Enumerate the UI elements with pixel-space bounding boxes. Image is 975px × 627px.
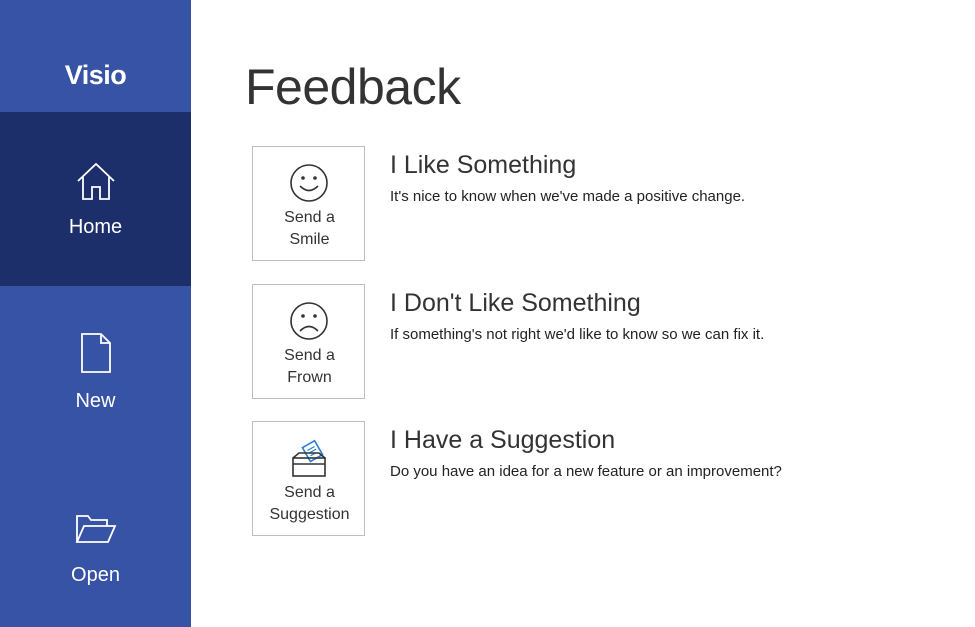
app-title: Visio — [64, 60, 127, 90]
suggestion-heading: I Have a Suggestion — [390, 426, 616, 454]
new-document-icon — [81, 333, 111, 373]
send-frown-button[interactable]: Send a Frown — [252, 284, 365, 399]
like-something-description: It's nice to know when we've made a posi… — [390, 188, 746, 205]
dont-like-something-heading: I Don't Like Something — [390, 289, 641, 317]
folder-open-icon — [75, 515, 117, 543]
suggestion-box-icon — [292, 439, 326, 477]
sidebar-item-open[interactable]: Open — [0, 460, 191, 627]
sidebar-item-label: Open — [71, 564, 120, 586]
send-suggestion-label: Send a Suggestion — [269, 484, 350, 523]
home-icon — [77, 162, 115, 200]
suggestion-description: Do you have an idea for a new feature or… — [390, 463, 782, 480]
send-suggestion-button[interactable]: Send a Suggestion — [252, 421, 365, 536]
send-smile-button[interactable]: Send a Smile — [252, 146, 365, 261]
sidebar-item-new[interactable]: New — [0, 286, 191, 460]
sidebar: Visio Home New Open — [0, 0, 191, 627]
sidebar-item-label: New — [75, 390, 116, 412]
frown-icon — [290, 302, 328, 340]
dont-like-something-description: If something's not right we'd like to kn… — [390, 326, 765, 343]
send-smile-label: Send a Smile — [284, 209, 335, 248]
sidebar-item-label: Home — [68, 216, 123, 238]
page-title: Feedback — [245, 59, 461, 115]
sidebar-item-home[interactable]: Home — [0, 112, 191, 286]
send-frown-label: Send a Frown — [284, 347, 335, 386]
like-something-heading: I Like Something — [390, 151, 577, 179]
feedback-page: Visio Home New Open Feedback Send a Smil… — [0, 0, 975, 627]
smile-icon — [290, 164, 328, 202]
